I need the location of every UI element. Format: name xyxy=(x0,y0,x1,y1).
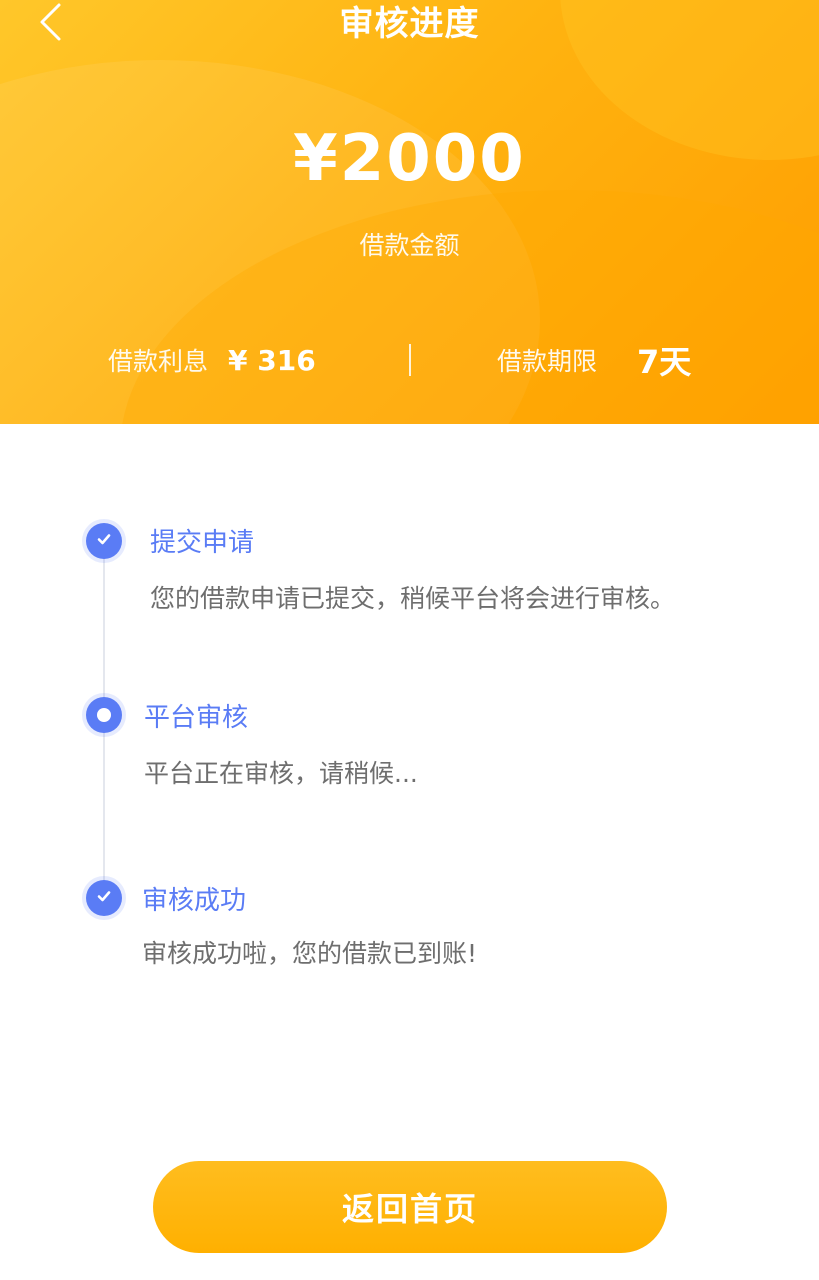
step-submit-node xyxy=(86,523,122,559)
term-label: 借款期限 xyxy=(497,347,598,376)
step-review-title: 平台审核 xyxy=(144,703,249,733)
step-review-desc: 平台正在审核，请稍候... xyxy=(144,759,418,788)
step-submit-desc: 您的借款申请已提交，稍候平台将会进行审核。 xyxy=(150,584,676,613)
check-icon xyxy=(95,887,113,909)
dot-icon xyxy=(97,708,111,722)
step-submit-title: 提交申请 xyxy=(150,528,255,558)
step-review-node xyxy=(86,697,122,733)
audit-progress-page: 审核进度 ¥2000 借款金额 借款利息 ¥ 316 借款期限 7天 提交申请 … xyxy=(0,0,819,1280)
back-to-home-button[interactable]: 返回首页 xyxy=(153,1161,667,1253)
step-success-desc: 审核成功啦，您的借款已到账! xyxy=(142,939,478,968)
loan-summary-header: 审核进度 ¥2000 借款金额 借款利息 ¥ 316 借款期限 7天 xyxy=(0,0,819,424)
step-success-title: 审核成功 xyxy=(142,886,247,916)
check-icon xyxy=(95,530,113,552)
chevron-left-icon xyxy=(37,2,63,46)
interest-value: ¥ 316 xyxy=(228,343,316,377)
term-stat: 借款期限 7天 xyxy=(497,340,692,381)
interest-label: 借款利息 xyxy=(108,347,209,376)
page-title: 审核进度 xyxy=(339,4,480,44)
loan-amount: ¥2000 xyxy=(293,122,526,196)
interest-stat: 借款利息 ¥ 316 xyxy=(108,340,316,380)
stat-divider xyxy=(409,344,411,376)
step-success-node xyxy=(86,880,122,916)
loan-amount-label: 借款金额 xyxy=(359,231,460,260)
term-value: 7天 xyxy=(637,343,692,381)
back-button[interactable] xyxy=(28,2,72,46)
